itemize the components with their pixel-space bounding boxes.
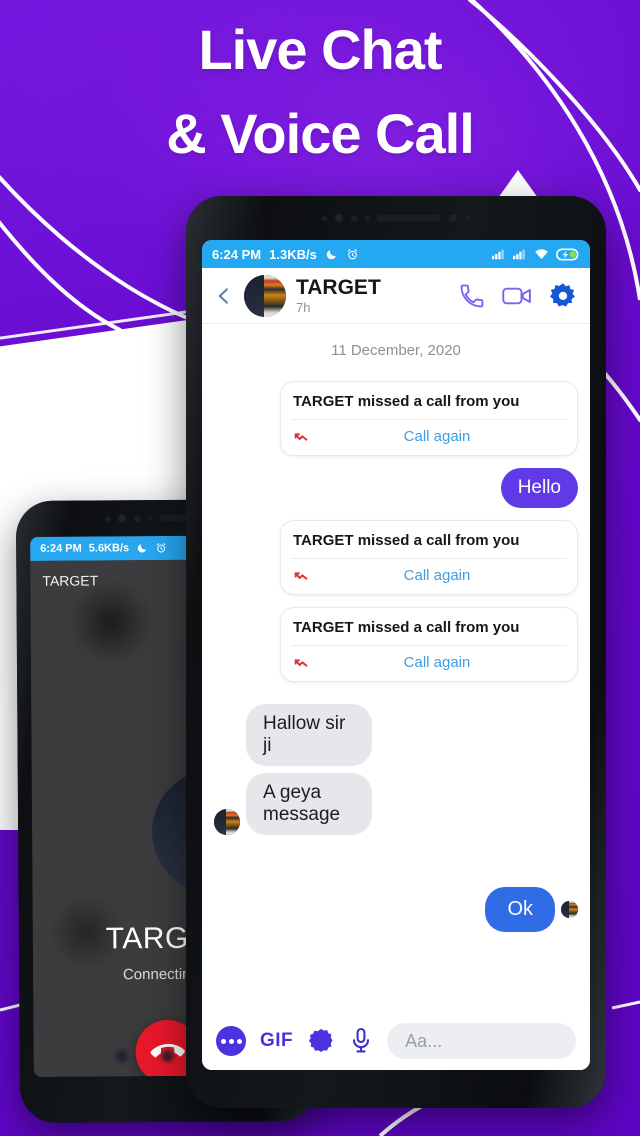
message-row-incoming: Hallow sir ji A geya message bbox=[214, 704, 578, 835]
signal-icon bbox=[492, 249, 504, 260]
status-datarate: 1.3KB/s bbox=[269, 246, 317, 262]
phone-mockup-chat: 6:24 PM 1.3KB/s TARGET 7h 11 December, 2… bbox=[186, 196, 606, 1108]
call-screen-label: TARGET bbox=[42, 572, 99, 589]
missed-call-actions: Call again bbox=[281, 559, 577, 594]
call-status-time: 6:24 PM bbox=[40, 542, 82, 555]
incoming-bubble-stack: Hallow sir ji A geya message bbox=[246, 704, 420, 835]
missed-call-text: TARGET missed a call from you bbox=[293, 393, 520, 410]
proximity-sensor-icon bbox=[322, 215, 327, 221]
phone-bezel-top-right bbox=[186, 196, 606, 240]
avatar-overlay bbox=[264, 274, 286, 317]
front-camera-icon bbox=[116, 513, 127, 524]
call-again-button[interactable]: Call again bbox=[309, 428, 565, 445]
missed-call-text: TARGET missed a call from you bbox=[293, 532, 520, 549]
earpiece-speaker-icon bbox=[377, 215, 441, 221]
message-bubble-incoming[interactable]: A geya message bbox=[246, 773, 372, 835]
gif-button[interactable]: GIF bbox=[260, 1030, 293, 1052]
missed-call-card: TARGET missed a call from you Call again bbox=[280, 381, 578, 456]
chat-status-bar: 6:24 PM 1.3KB/s bbox=[202, 240, 590, 268]
chat-screen: 6:24 PM 1.3KB/s TARGET 7h 11 December, 2… bbox=[202, 240, 590, 1070]
call-status-datarate: 5.6KB/s bbox=[88, 542, 130, 555]
page-title: Live Chat & Voice Call bbox=[0, 22, 640, 162]
missed-call-text: TARGET missed a call from you bbox=[293, 619, 520, 636]
avatar[interactable] bbox=[214, 809, 240, 835]
light-sensor-icon bbox=[351, 214, 358, 222]
alarm-icon bbox=[347, 248, 357, 259]
date-separator: 11 December, 2020 bbox=[331, 342, 461, 359]
chevron-left-icon[interactable] bbox=[214, 284, 234, 308]
iris-sensor-icon bbox=[147, 515, 153, 521]
alarm-icon bbox=[156, 543, 166, 553]
chat-header-actions bbox=[458, 281, 578, 311]
avatar[interactable] bbox=[244, 274, 286, 317]
missed-call-actions: Call again bbox=[281, 420, 577, 455]
moon-icon bbox=[326, 249, 336, 259]
proximity-sensor-icon bbox=[104, 515, 110, 521]
status-bar-right bbox=[492, 248, 580, 261]
headline-line-1: Live Chat bbox=[198, 18, 442, 81]
message-row-outgoing: Hello bbox=[214, 468, 578, 508]
microphone-icon[interactable] bbox=[349, 1027, 373, 1055]
message-bubble-outgoing[interactable]: Hello bbox=[500, 468, 578, 508]
iris-sensor-icon bbox=[365, 215, 370, 221]
secondary-camera-icon bbox=[448, 213, 458, 223]
settings-gear-icon[interactable] bbox=[548, 281, 578, 311]
missed-call-arrow-icon bbox=[294, 571, 308, 580]
message-row-outgoing: Ok bbox=[214, 887, 578, 932]
front-camera-icon bbox=[334, 213, 344, 223]
wifi-icon bbox=[535, 249, 548, 260]
home-button[interactable] bbox=[161, 1049, 174, 1063]
avatar-overlay bbox=[569, 901, 578, 918]
extra-sensor-icon bbox=[465, 215, 470, 221]
signal-icon bbox=[513, 249, 525, 260]
status-bar-left: 6:24 PM 1.3KB/s bbox=[212, 247, 359, 262]
missed-call-arrow-icon bbox=[294, 658, 308, 667]
dot bbox=[220, 1038, 226, 1044]
message-input[interactable]: Aa... bbox=[387, 1023, 576, 1059]
message-seen-avatar bbox=[561, 901, 578, 918]
battery-charging-icon bbox=[556, 248, 579, 260]
sticker-badge-icon[interactable] bbox=[307, 1027, 335, 1055]
message-composer: GIF Aa... bbox=[202, 1012, 590, 1070]
call-again-button[interactable]: Call again bbox=[309, 567, 565, 584]
message-bubble-outgoing[interactable]: Ok bbox=[485, 887, 555, 932]
avatar-overlay bbox=[226, 809, 240, 835]
status-time: 6:24 PM bbox=[212, 246, 262, 262]
contact-name: TARGET bbox=[296, 275, 381, 299]
message-bubble-incoming[interactable]: Hallow sir ji bbox=[246, 704, 372, 766]
missed-call-card: TARGET missed a call from you Call again bbox=[280, 607, 578, 682]
missed-call-actions: Call again bbox=[281, 646, 577, 681]
recents-button[interactable] bbox=[115, 1050, 128, 1063]
promo-screenshot: Live Chat & Voice Call 6:24 PM 5.6KB/s T… bbox=[0, 0, 640, 1136]
contact-last-active: 7h bbox=[296, 299, 311, 315]
chat-contact-info[interactable]: TARGET 7h bbox=[296, 276, 381, 316]
dot bbox=[236, 1038, 242, 1044]
light-sensor-icon bbox=[133, 514, 141, 522]
moon-icon bbox=[137, 544, 147, 553]
dot bbox=[228, 1038, 234, 1044]
chat-message-list[interactable]: 11 December, 2020 TARGET missed a call f… bbox=[202, 324, 590, 1012]
call-again-button[interactable]: Call again bbox=[309, 654, 565, 671]
missed-call-arrow-icon bbox=[294, 432, 308, 441]
headline-line-2: & Voice Call bbox=[166, 102, 475, 165]
video-call-icon[interactable] bbox=[502, 282, 532, 310]
phone-call-icon[interactable] bbox=[458, 282, 486, 310]
missed-call-card: TARGET missed a call from you Call again bbox=[280, 520, 578, 595]
chat-header: TARGET 7h bbox=[202, 268, 590, 324]
more-dots-icon[interactable] bbox=[216, 1026, 246, 1056]
